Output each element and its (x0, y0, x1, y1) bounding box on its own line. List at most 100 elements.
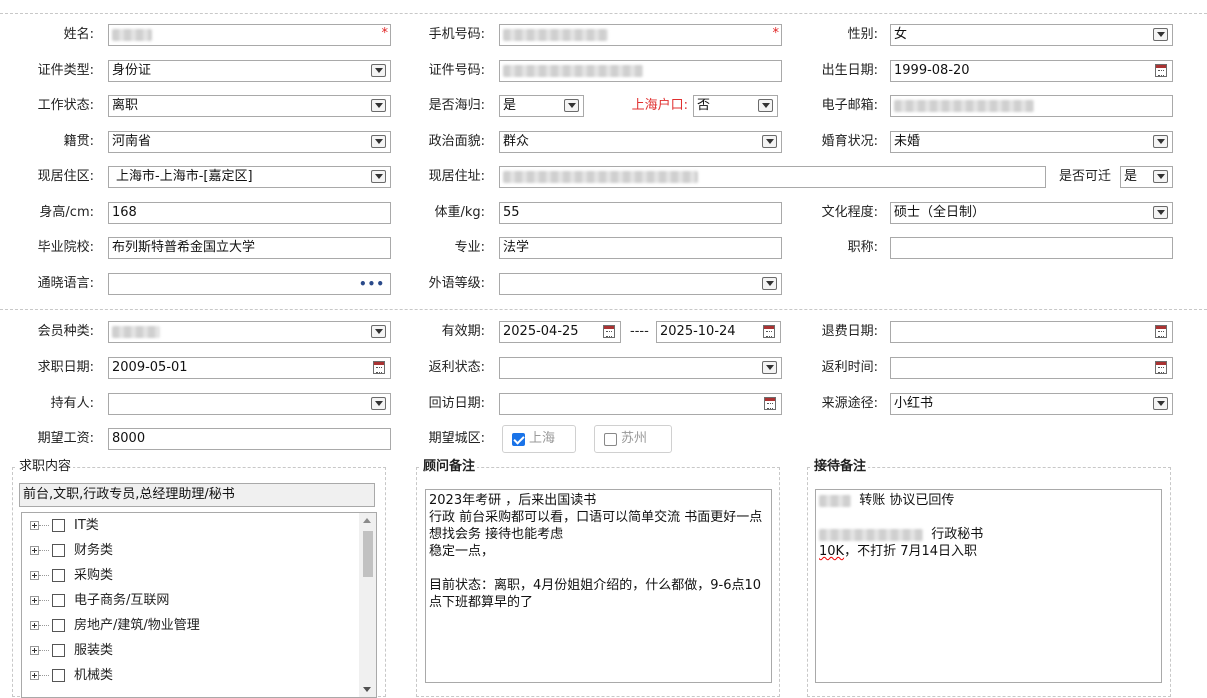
checkbox-icon[interactable] (52, 644, 65, 657)
school-label: 毕业院校: (37, 240, 94, 255)
tree-scrollbar[interactable] (359, 513, 376, 697)
salary-label: 期望工资: (37, 431, 94, 446)
native-select[interactable]: 河南省 (108, 131, 391, 153)
masked-value (503, 64, 643, 77)
refund-date-label: 退费日期: (821, 324, 878, 339)
language-picker[interactable]: ••• (108, 273, 391, 295)
calendar-icon[interactable] (764, 397, 776, 410)
phone-input[interactable]: * (499, 24, 782, 46)
job-content-legend: 求职内容 (17, 459, 74, 475)
political-select[interactable]: 群众 (499, 131, 782, 153)
expand-icon[interactable] (30, 571, 39, 580)
reception-notes-textarea[interactable]: 转账 协议已回传 行政秘书 10K，不打折 7月14日入职 (815, 489, 1162, 683)
id-type-select[interactable]: 身份证 (108, 60, 391, 82)
job-category-tree[interactable]: IT类 财务类 采购类 电子商务/互联网 房地产/建筑/物业管理 服装类 机械类 (21, 512, 377, 698)
checkbox-icon[interactable] (52, 569, 65, 582)
education-select[interactable]: 硕士（全日制） (890, 202, 1173, 224)
relocate-select[interactable]: 是 (1120, 166, 1173, 188)
chevron-down-icon (371, 64, 386, 77)
scroll-thumb[interactable] (363, 531, 373, 577)
marital-select[interactable]: 未婚 (890, 131, 1173, 153)
scroll-down-icon[interactable] (363, 687, 371, 692)
expand-icon[interactable] (30, 546, 39, 555)
tree-item[interactable]: IT类 (22, 513, 376, 538)
tree-item[interactable]: 采购类 (22, 563, 376, 588)
note-line (819, 509, 1158, 526)
valid-from-input[interactable]: 2025-04-25 (499, 321, 621, 343)
calendar-icon[interactable] (1155, 325, 1167, 338)
calendar-icon[interactable] (763, 325, 775, 338)
birth-date-input[interactable]: 1999-08-20 (890, 60, 1173, 82)
chevron-down-icon (564, 99, 579, 112)
email-input[interactable] (890, 95, 1173, 117)
checkbox-icon[interactable] (52, 594, 65, 607)
source-select[interactable]: 小红书 (890, 393, 1173, 415)
expand-icon[interactable] (30, 521, 39, 530)
major-input[interactable]: 法学 (499, 237, 782, 259)
cur-district-select[interactable]: 上海市-上海市-[嘉定区] (108, 166, 391, 188)
cur-address-input[interactable] (499, 166, 1046, 188)
foreign-level-select[interactable] (499, 273, 782, 295)
more-icon[interactable]: ••• (359, 274, 385, 294)
tree-item[interactable]: 电子商务/互联网 (22, 588, 376, 613)
work-status-select[interactable]: 离职 (108, 95, 391, 117)
height-input[interactable]: 168 (108, 202, 391, 224)
cur-district-label: 现居住区: (37, 169, 94, 184)
school-input[interactable]: 布列斯特普希金国立大学 (108, 237, 391, 259)
rebate-time-input[interactable] (890, 357, 1173, 379)
returnee-select[interactable]: 是 (499, 95, 584, 117)
member-type-label: 会员种类: (37, 324, 94, 339)
checkbox-icon[interactable] (52, 619, 65, 632)
id-type-label: 证件类型: (37, 63, 94, 78)
advisor-notes-fieldset: 顾问备注 2023年考研 ，后来出国读书 行政 前台采购都可以看，口语可以简单交… (416, 459, 780, 697)
weight-input[interactable]: 55 (499, 202, 782, 224)
checkbox-icon[interactable] (52, 669, 65, 682)
tree-item[interactable]: 机械类 (22, 663, 376, 688)
education-label: 文化程度: (821, 205, 878, 220)
chevron-down-icon (371, 99, 386, 112)
member-type-select[interactable] (108, 321, 391, 343)
salary-input[interactable]: 8000 (108, 428, 391, 450)
job-summary-input[interactable]: 前台,文职,行政专员,总经理助理/秘书 (19, 483, 375, 507)
city-checkbox-suzhou[interactable]: 苏州 (594, 425, 672, 453)
checkbox-icon[interactable] (52, 519, 65, 532)
checkbox-icon[interactable] (52, 544, 65, 557)
gender-select[interactable]: 女 (890, 24, 1173, 46)
visit-date-input[interactable] (499, 393, 782, 415)
holder-select[interactable] (108, 393, 391, 415)
calendar-icon[interactable] (373, 361, 385, 374)
chevron-down-icon (371, 325, 386, 338)
refund-date-input[interactable] (890, 321, 1173, 343)
city-checkbox-shanghai[interactable]: 上海 (502, 425, 576, 453)
valid-to-input[interactable]: 2025-10-24 (656, 321, 781, 343)
expand-icon[interactable] (30, 596, 39, 605)
top-divider (0, 13, 1207, 14)
sh-hukou-select[interactable]: 否 (693, 95, 778, 117)
calendar-icon[interactable] (1155, 361, 1167, 374)
scroll-up-icon[interactable] (363, 518, 371, 523)
tree-item[interactable]: 财务类 (22, 538, 376, 563)
expand-icon[interactable] (30, 671, 39, 680)
tree-item[interactable]: 服装类 (22, 638, 376, 663)
city-label: 期望城区: (428, 431, 485, 446)
work-status-label: 工作状态: (37, 98, 94, 113)
id-no-input[interactable] (499, 60, 782, 82)
calendar-icon[interactable] (1155, 64, 1167, 77)
visit-date-label: 回访日期: (428, 396, 485, 411)
rebate-status-select[interactable] (499, 357, 782, 379)
section-divider (0, 309, 1207, 310)
name-input[interactable]: * (108, 24, 391, 46)
calendar-icon[interactable] (603, 325, 615, 338)
expand-icon[interactable] (30, 621, 39, 630)
expand-icon[interactable] (30, 646, 39, 655)
masked-value (819, 494, 851, 507)
advisor-notes-textarea[interactable]: 2023年考研 ，后来出国读书 行政 前台采购都可以看，口语可以简单交流 书面更… (425, 489, 772, 683)
chevron-down-icon (1153, 28, 1168, 41)
rebate-status-label: 返利状态: (428, 360, 485, 375)
chevron-down-icon (1153, 170, 1168, 183)
gender-label: 性别: (847, 27, 878, 42)
job-date-input[interactable]: 2009-05-01 (108, 357, 391, 379)
chevron-down-icon (371, 135, 386, 148)
title-input[interactable] (890, 237, 1173, 259)
tree-item[interactable]: 房地产/建筑/物业管理 (22, 613, 376, 638)
